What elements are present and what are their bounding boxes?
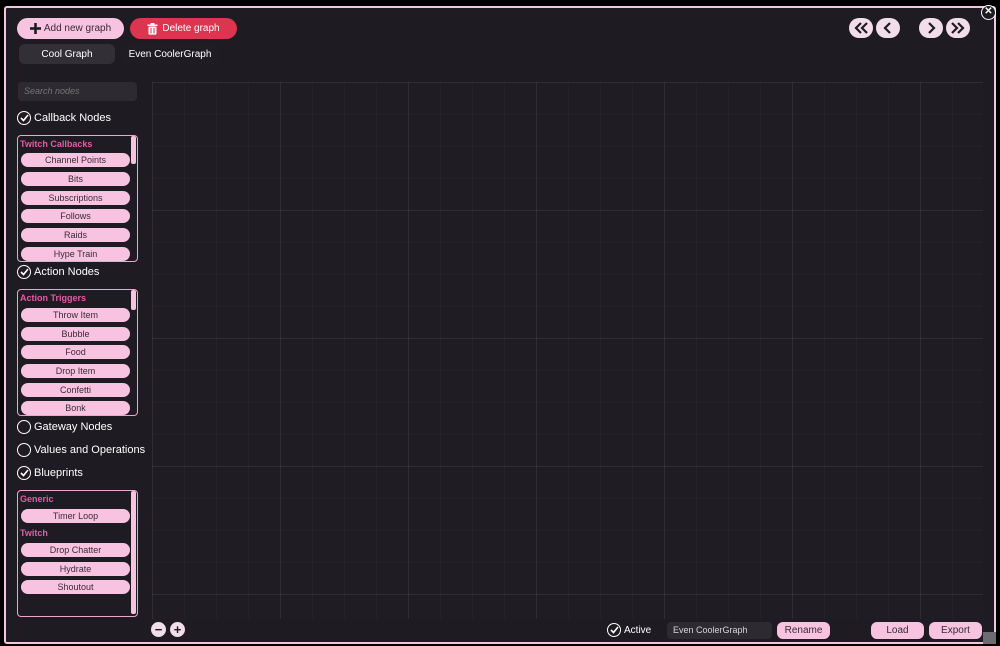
chevron-left-icon	[883, 22, 891, 34]
unchecked-circle-icon	[17, 443, 31, 457]
node-confetti[interactable]: Confetti	[21, 383, 130, 397]
callback-nodes-toggle[interactable]: Callback Nodes	[17, 111, 111, 125]
gateway-nodes-toggle[interactable]: Gateway Nodes	[17, 420, 112, 434]
action-nodes-toggle[interactable]: Action Nodes	[17, 265, 99, 279]
tab-even-cooler-graph[interactable]: Even CoolerGraph	[121, 44, 219, 64]
group-title: Twitch Callbacks	[20, 139, 93, 149]
double-chevron-left-icon	[854, 22, 868, 34]
node-drop-chatter[interactable]: Drop Chatter	[21, 543, 130, 557]
tab-label: Even CoolerGraph	[128, 48, 212, 60]
close-icon[interactable]: ✕	[981, 5, 996, 20]
add-graph-button[interactable]: Add new graph	[17, 18, 124, 39]
section-label: Callback Nodes	[34, 112, 112, 124]
node-drop-item[interactable]: Drop Item	[21, 364, 130, 378]
node-subscriptions[interactable]: Subscriptions	[21, 191, 130, 205]
delete-graph-button[interactable]: Delete graph	[130, 18, 237, 39]
next-button[interactable]	[919, 18, 943, 38]
tab-label: Cool Graph	[41, 48, 93, 60]
node-bonk[interactable]: Bonk	[21, 401, 130, 415]
export-button[interactable]: Export	[929, 622, 982, 639]
rename-button[interactable]: Rename	[777, 622, 830, 639]
active-label: Active	[624, 624, 652, 636]
section-label: Blueprints	[34, 467, 83, 479]
group-title: Generic	[20, 494, 54, 504]
action-nodes-list: Action Triggers Throw Item Bubble Food D…	[17, 289, 138, 416]
node-hydrate[interactable]: Hydrate	[21, 562, 130, 576]
load-button[interactable]: Load	[871, 622, 924, 639]
check-icon	[17, 265, 31, 279]
group-title: Twitch	[20, 528, 48, 538]
node-bits[interactable]: Bits	[21, 172, 130, 186]
section-label: Gateway Nodes	[34, 421, 113, 433]
values-operations-toggle[interactable]: Values and Operations	[17, 443, 145, 457]
last-page-button[interactable]	[946, 18, 970, 38]
search-input[interactable]	[18, 82, 137, 101]
node-channel-points[interactable]: Channel Points	[21, 153, 130, 167]
scrollbar[interactable]	[131, 290, 136, 310]
node-follows[interactable]: Follows	[21, 209, 130, 223]
plus-icon	[29, 23, 41, 34]
check-icon	[607, 623, 621, 637]
tab-cool-graph[interactable]: Cool Graph	[19, 44, 115, 64]
zoom-out-icon[interactable]: −	[151, 622, 166, 637]
node-throw-item[interactable]: Throw Item	[21, 308, 130, 322]
section-label: Values and Operations	[34, 444, 146, 456]
group-title: Action Triggers	[20, 293, 87, 303]
delete-graph-label: Delete graph	[162, 23, 220, 34]
node-bubble[interactable]: Bubble	[21, 327, 130, 341]
blueprints-toggle[interactable]: Blueprints	[17, 466, 83, 480]
section-label: Action Nodes	[34, 266, 100, 278]
first-page-button[interactable]	[849, 18, 873, 38]
trash-icon	[147, 22, 158, 35]
chevron-right-icon	[928, 22, 936, 34]
resize-grip[interactable]	[983, 632, 996, 644]
scrollbar[interactable]	[131, 136, 136, 164]
active-toggle[interactable]: Active	[607, 623, 651, 637]
check-icon	[17, 111, 31, 125]
blueprints-list: Generic Timer Loop Twitch Drop Chatter H…	[17, 490, 138, 617]
graph-canvas[interactable]	[152, 82, 983, 619]
node-timer-loop[interactable]: Timer Loop	[21, 509, 130, 523]
graph-name-field[interactable]: Even CoolerGraph	[667, 622, 772, 639]
double-chevron-right-icon	[951, 22, 965, 34]
node-shoutout[interactable]: Shoutout	[21, 580, 130, 594]
callback-nodes-list: Twitch Callbacks Channel Points Bits Sub…	[17, 135, 138, 262]
scrollbar[interactable]	[131, 491, 136, 614]
unchecked-circle-icon	[17, 420, 31, 434]
previous-button[interactable]	[876, 18, 900, 38]
add-graph-label: Add new graph	[43, 23, 112, 34]
check-icon	[17, 466, 31, 480]
node-food[interactable]: Food	[21, 345, 130, 359]
zoom-in-icon[interactable]: +	[170, 622, 185, 637]
node-raids[interactable]: Raids	[21, 228, 130, 242]
node-hype-train[interactable]: Hype Train	[21, 247, 130, 261]
